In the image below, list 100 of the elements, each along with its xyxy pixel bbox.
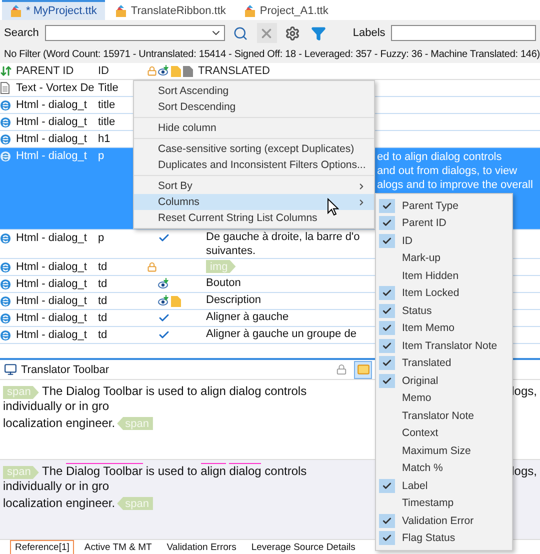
translated-text: Bouton: [206, 276, 241, 290]
menu-item[interactable]: Translator Note: [376, 407, 512, 424]
eye-icon: [158, 295, 170, 307]
check-icon: [382, 306, 392, 316]
menu-item[interactable]: Reset Current String List Columns: [134, 210, 374, 226]
panel-tab[interactable]: Reference[1]: [10, 540, 74, 554]
file-tab[interactable]: * MyProject.ttk: [2, 0, 105, 20]
menu-item[interactable]: Context: [376, 424, 512, 442]
menu-item[interactable]: Hide column: [134, 120, 374, 136]
web-page-icon: [0, 312, 11, 324]
menu-item[interactable]: Validation Error: [376, 512, 512, 530]
web-page-icon: [0, 150, 11, 162]
web-page-icon: [0, 262, 11, 272]
translated-text: ed to align dialog controls: [377, 150, 502, 164]
menu-item[interactable]: Maximum Size: [376, 442, 512, 460]
cursor-icon: [327, 198, 339, 216]
menu-item[interactable]: Duplicates and Inconsistent Filters Options...: [134, 157, 374, 173]
menu-item[interactable]: Timestamp: [376, 494, 512, 512]
labels-label: Labels: [352, 27, 386, 39]
note-icon: [171, 296, 181, 306]
table-cell-text: Html - dialog_t: [16, 98, 87, 113]
search-field[interactable]: [44, 25, 225, 41]
web-page-icon: [0, 330, 11, 340]
sync-icon: [0, 65, 12, 77]
menu-item[interactable]: Parent Type: [376, 197, 512, 214]
check-icon: [382, 323, 392, 334]
project-file-icon: [114, 5, 127, 17]
check-icon: [382, 516, 392, 526]
web-page-icon: [0, 296, 11, 306]
column-header[interactable]: ID: [98, 65, 146, 77]
table-cell-text: Text - Vortex De: [16, 81, 94, 96]
translated-text: Aligner à gauche: [206, 310, 289, 324]
project-file-icon: [244, 5, 256, 17]
translated-text: and out from dialogs, to view: [377, 164, 518, 178]
table-cell-text: Html - dialog_t: [16, 231, 87, 246]
web-page-icon: [0, 232, 11, 244]
table-cell-text: p: [98, 231, 104, 246]
eye-icon: [158, 278, 170, 290]
markup-tag: span: [117, 497, 153, 510]
check-icon: [158, 329, 170, 341]
menu-item[interactable]: Memo: [376, 390, 512, 407]
table-cell-text: td: [98, 260, 108, 275]
check-icon: [382, 288, 392, 298]
menu-item[interactable]: Match %: [376, 460, 512, 477]
table-cell-text: td: [98, 311, 108, 326]
check-icon: [382, 533, 392, 544]
panel-tab[interactable]: Validation Errors: [162, 540, 242, 554]
note-icon: [183, 66, 193, 76]
segment-text: localization engineer.: [3, 496, 116, 511]
menu-item[interactable]: Translated: [376, 354, 512, 372]
menu-item[interactable]: Sort By: [134, 178, 374, 194]
table-cell-text: Html - dialog_t: [16, 132, 87, 147]
check-icon: [382, 480, 392, 491]
menu-item[interactable]: Columns: [134, 194, 374, 210]
translated-text: De gauche à droite, la barre d'o: [206, 230, 360, 244]
web-page-icon: [0, 278, 11, 290]
menu-item[interactable]: Sort Descending: [134, 99, 374, 115]
check-icon: [382, 376, 392, 386]
check-icon: [382, 218, 392, 228]
menu-item[interactable]: Case-sensitive sorting (except Duplicates): [134, 141, 374, 157]
check-icon: [382, 236, 392, 246]
panel-tab[interactable]: Leverage Source Details: [246, 540, 360, 554]
lock-icon: [147, 262, 157, 272]
check-icon: [382, 358, 392, 368]
panel-title: Translator Toolbar: [21, 364, 110, 376]
monitor-icon: [4, 363, 17, 376]
table-cell-text: Html - dialog_t: [16, 260, 87, 275]
table-cell-text: td: [98, 277, 108, 292]
table-cell-text: Html - dialog_t: [16, 328, 87, 343]
table-cell-text: Html - dialog_t: [16, 311, 87, 326]
segment-text: localization engineer.: [3, 416, 116, 431]
table-cell-text: Html - dialog_t: [16, 277, 87, 292]
mail-button[interactable]: [354, 360, 372, 378]
menu-item[interactable]: Sort Ascending: [134, 83, 374, 99]
filter-status: No Filter (Word Count: 15971 - Untranslated: 15414 - Signed Off: 18 - Leveraged: 357 - Fuzzy: 36 - Machine Translated: 146): [0, 46, 540, 63]
translated-text: suivantes.: [206, 244, 256, 258]
menu-item[interactable]: ID: [376, 232, 512, 250]
translated-text: Aligner à gauche un groupe de: [206, 327, 356, 341]
menu-item[interactable]: Parent ID: [376, 214, 512, 232]
search-label: Search: [4, 27, 39, 39]
menu-item[interactable]: Label: [376, 477, 512, 494]
panel-tab[interactable]: Active TM & MT: [79, 540, 157, 554]
project-file-icon: [10, 5, 22, 17]
table-cell-text: Title: [98, 81, 118, 96]
clear-button[interactable]: [256, 23, 277, 43]
markup-tag: span: [3, 466, 39, 479]
column-header[interactable]: TRANSLATED: [194, 65, 540, 77]
check-icon: [382, 340, 392, 351]
table-cell-text: td: [98, 294, 108, 309]
table-cell-text: p: [98, 149, 104, 164]
eye-icon: [158, 65, 170, 77]
lock-icon: [147, 66, 157, 76]
labels-field[interactable]: [391, 25, 536, 41]
column-header[interactable]: PARENT ID: [16, 65, 98, 77]
table-cell-text: Html - dialog_t: [16, 149, 87, 164]
table-cell-text: Html - dialog_t: [16, 115, 87, 130]
note-icon: [171, 66, 181, 76]
lock-icon: [336, 364, 346, 375]
table-cell-text: td: [98, 328, 108, 343]
check-icon: [158, 232, 170, 244]
